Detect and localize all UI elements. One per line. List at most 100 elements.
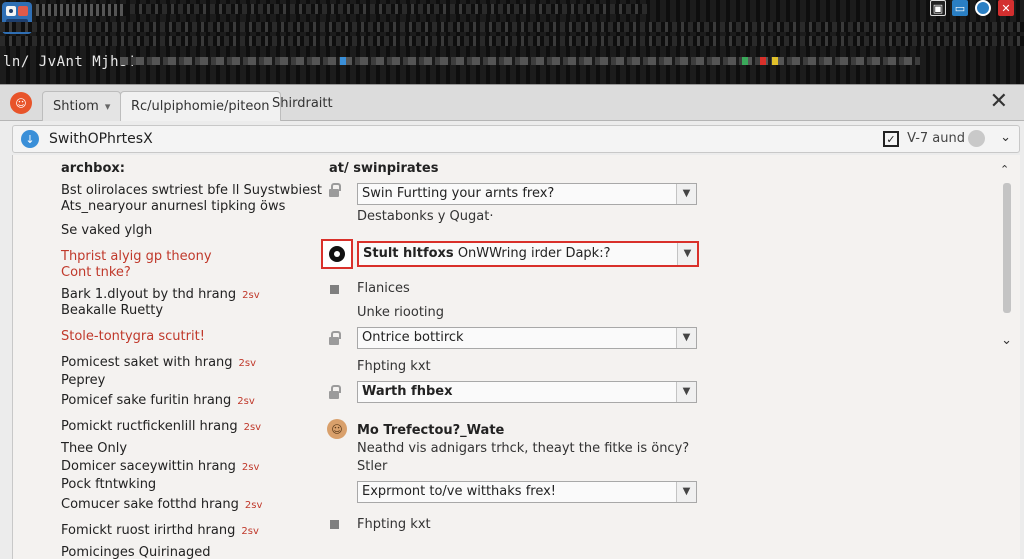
dropdown-3-value: Ontrice bottirck xyxy=(362,330,464,345)
left-item-label: Pomickt ructfickenlill hrang xyxy=(61,419,238,434)
left-link[interactable]: Stole-tontygra scutrit! xyxy=(61,329,205,344)
tab-3[interactable]: Shirdraitt xyxy=(272,96,333,111)
left-item-badge: 2sv xyxy=(242,290,260,301)
zoom-level: V-7 aund xyxy=(907,131,965,146)
tab-2-label: Rc/ulpiphomie/piteon xyxy=(131,99,270,114)
content-area: archbox: Bst olirolaces swtriest bfe ll … xyxy=(12,155,1020,559)
tab-2[interactable]: Rc/ulpiphomie/piteon xyxy=(120,91,281,121)
left-item-badge: 2sv xyxy=(237,396,255,407)
left-text: Pock ftntwking xyxy=(61,477,157,492)
dropdown-5-value: Exprmont to/ve witthaks frex! xyxy=(362,484,557,499)
left-item-label: Fomickt ruost irirthd hrang xyxy=(61,523,236,538)
question-sub: Stler xyxy=(357,459,388,474)
scrollbar-thumb[interactable] xyxy=(1003,183,1011,313)
left-text: Bst olirolaces swtriest bfe ll Suystwbie… xyxy=(61,183,322,198)
left-item: Pomicef sake furitin hrang 2sv xyxy=(61,393,255,408)
chevron-down-icon: ▼ xyxy=(676,184,696,204)
field-label: Destabonks y Qugat· xyxy=(357,209,494,224)
square-icon xyxy=(330,285,339,294)
monitor-icon[interactable]: ▭ xyxy=(952,0,968,16)
close-window-icon[interactable]: ✕ xyxy=(990,89,1008,114)
status-dot xyxy=(340,57,346,65)
left-link[interactable]: Cont tnke? xyxy=(61,265,131,280)
left-item-badge: 2sv xyxy=(241,462,260,473)
scrollbar[interactable]: ⌃ xyxy=(1000,163,1014,333)
left-item-badge: 2sv xyxy=(244,500,263,511)
status-dot xyxy=(772,57,778,65)
chevron-down-icon: ▼ xyxy=(676,328,696,348)
chevron-down-icon[interactable]: ⌄ xyxy=(1001,333,1012,348)
left-item: Bark 1.dlyout by thd hrang 2sv xyxy=(61,287,260,302)
checkbox-icon[interactable]: ✓ xyxy=(883,131,899,147)
left-text: Beakalle Ruetty xyxy=(61,303,164,318)
question-title: Mo Trefectou?_Wate xyxy=(357,423,505,438)
left-text: Ats_nearyour anurnesl tipking öws xyxy=(61,199,286,214)
dropdown-1[interactable]: Swin Furtting your arnts frex? ▼ xyxy=(357,183,697,205)
chevron-down-icon: ▼ xyxy=(677,243,697,265)
main-window: ☺ Shtiom ▾ Rc/ulpiphomie/piteon Shirdrai… xyxy=(0,84,1024,559)
dropdown-3[interactable]: Ontrice bottirck ▼ xyxy=(357,327,697,349)
desktop-top-band: ln/ JvAnt Mjhs! ▣ ▭ ✕ xyxy=(0,0,1024,84)
chevron-down-icon[interactable]: ⌄ xyxy=(1000,130,1011,145)
info-icon[interactable]: ↓ xyxy=(21,130,39,148)
lock-icon xyxy=(329,331,341,347)
status-dot xyxy=(742,57,748,65)
question-text: Neathd vis adnigars trhck, theayt the fi… xyxy=(357,441,690,456)
left-item-label: Bark 1.dlyout by thd hrang xyxy=(61,287,237,302)
toggle-icon[interactable] xyxy=(968,130,985,147)
left-text: Thee Only xyxy=(61,441,128,456)
left-item-label: Comucer sake fotthd hrang xyxy=(61,497,239,512)
field-label: Fhpting kxt xyxy=(357,517,431,532)
left-item-badge: 2sv xyxy=(241,526,259,537)
left-text: Se vaked ylgh xyxy=(61,223,153,238)
field-label: Flanices xyxy=(357,281,410,296)
desktop-noise xyxy=(0,36,1024,46)
dropdown-4-value: Warth fhbex xyxy=(362,384,453,399)
dropdown-2-bold: Stult hltfoxs xyxy=(363,246,454,261)
dropdown-5[interactable]: Exprmont to/ve witthaks frex! ▼ xyxy=(357,481,697,503)
square-icon xyxy=(330,520,339,529)
left-text: Peprey xyxy=(61,373,106,388)
avatar: ☺ xyxy=(327,419,347,439)
left-item: Fomickt ruost irirthd hrang 2sv xyxy=(61,523,259,538)
left-item-label: Pomicest saket with hrang xyxy=(61,355,233,370)
left-text: Pomicinges Quirinaged xyxy=(61,545,211,559)
left-item: Pomickt ructfickenlill hrang 2sv xyxy=(61,419,261,434)
window-title: ln/ JvAnt Mjhs! xyxy=(3,54,137,70)
desktop-noise xyxy=(130,4,650,14)
dropdown-2[interactable]: Stult hltfoxs OnWWring irder Dapk:? ▼ xyxy=(357,241,699,267)
chevron-down-icon: ▼ xyxy=(676,382,696,402)
sub-toolbar: ↓ SwithOPhrtesX ✓ V-7 aund ⌄ xyxy=(12,125,1020,153)
field-label: Fhpting kxt xyxy=(357,359,431,374)
tab-1[interactable]: Shtiom ▾ xyxy=(42,91,122,121)
left-item: Domicer saceywittin hrang 2sv xyxy=(61,459,259,474)
circle-icon[interactable] xyxy=(975,0,991,16)
left-item-label: Domicer saceywittin hrang xyxy=(61,459,236,474)
tab-1-label: Shtiom xyxy=(53,99,99,114)
lock-icon xyxy=(329,385,341,401)
dropdown-2-value: OnWWring irder Dapk:? xyxy=(457,246,611,261)
chevron-down-icon: ▼ xyxy=(676,482,696,502)
field-label: Unke riooting xyxy=(357,305,445,320)
close-icon[interactable]: ✕ xyxy=(998,0,1014,16)
dropdown-4[interactable]: Warth fhbex ▼ xyxy=(357,381,697,403)
left-header: archbox: xyxy=(61,161,125,176)
left-item-badge: 2sv xyxy=(243,422,262,433)
left-item: Pomicest saket with hrang 2sv xyxy=(61,355,256,370)
browser-logo-icon[interactable]: ☺ xyxy=(10,92,32,114)
panel-title: SwithOPhrtesX xyxy=(49,131,153,147)
target-icon[interactable] xyxy=(321,239,353,269)
desktop-noise-text xyxy=(36,4,126,16)
chevron-up-icon[interactable]: ⌃ xyxy=(1000,163,1009,176)
chevron-down-icon: ▾ xyxy=(104,100,111,113)
tab-bar: ☺ Shtiom ▾ Rc/ulpiphomie/piteon Shirdrai… xyxy=(0,85,1024,121)
address-bar[interactable] xyxy=(120,57,920,65)
left-item-label: Pomicef sake furitin hrang xyxy=(61,393,232,408)
status-dot xyxy=(760,57,766,65)
dropdown-1-value: Swin Furtting your arnts frex? xyxy=(362,186,555,201)
window-icon[interactable]: ▣ xyxy=(930,0,946,16)
right-header: at/ swinpirates xyxy=(329,161,439,176)
lock-icon xyxy=(329,183,341,199)
left-link[interactable]: Thprist alyig gp theony xyxy=(61,249,212,264)
left-item: Comucer sake fotthd hrang 2sv xyxy=(61,497,262,512)
